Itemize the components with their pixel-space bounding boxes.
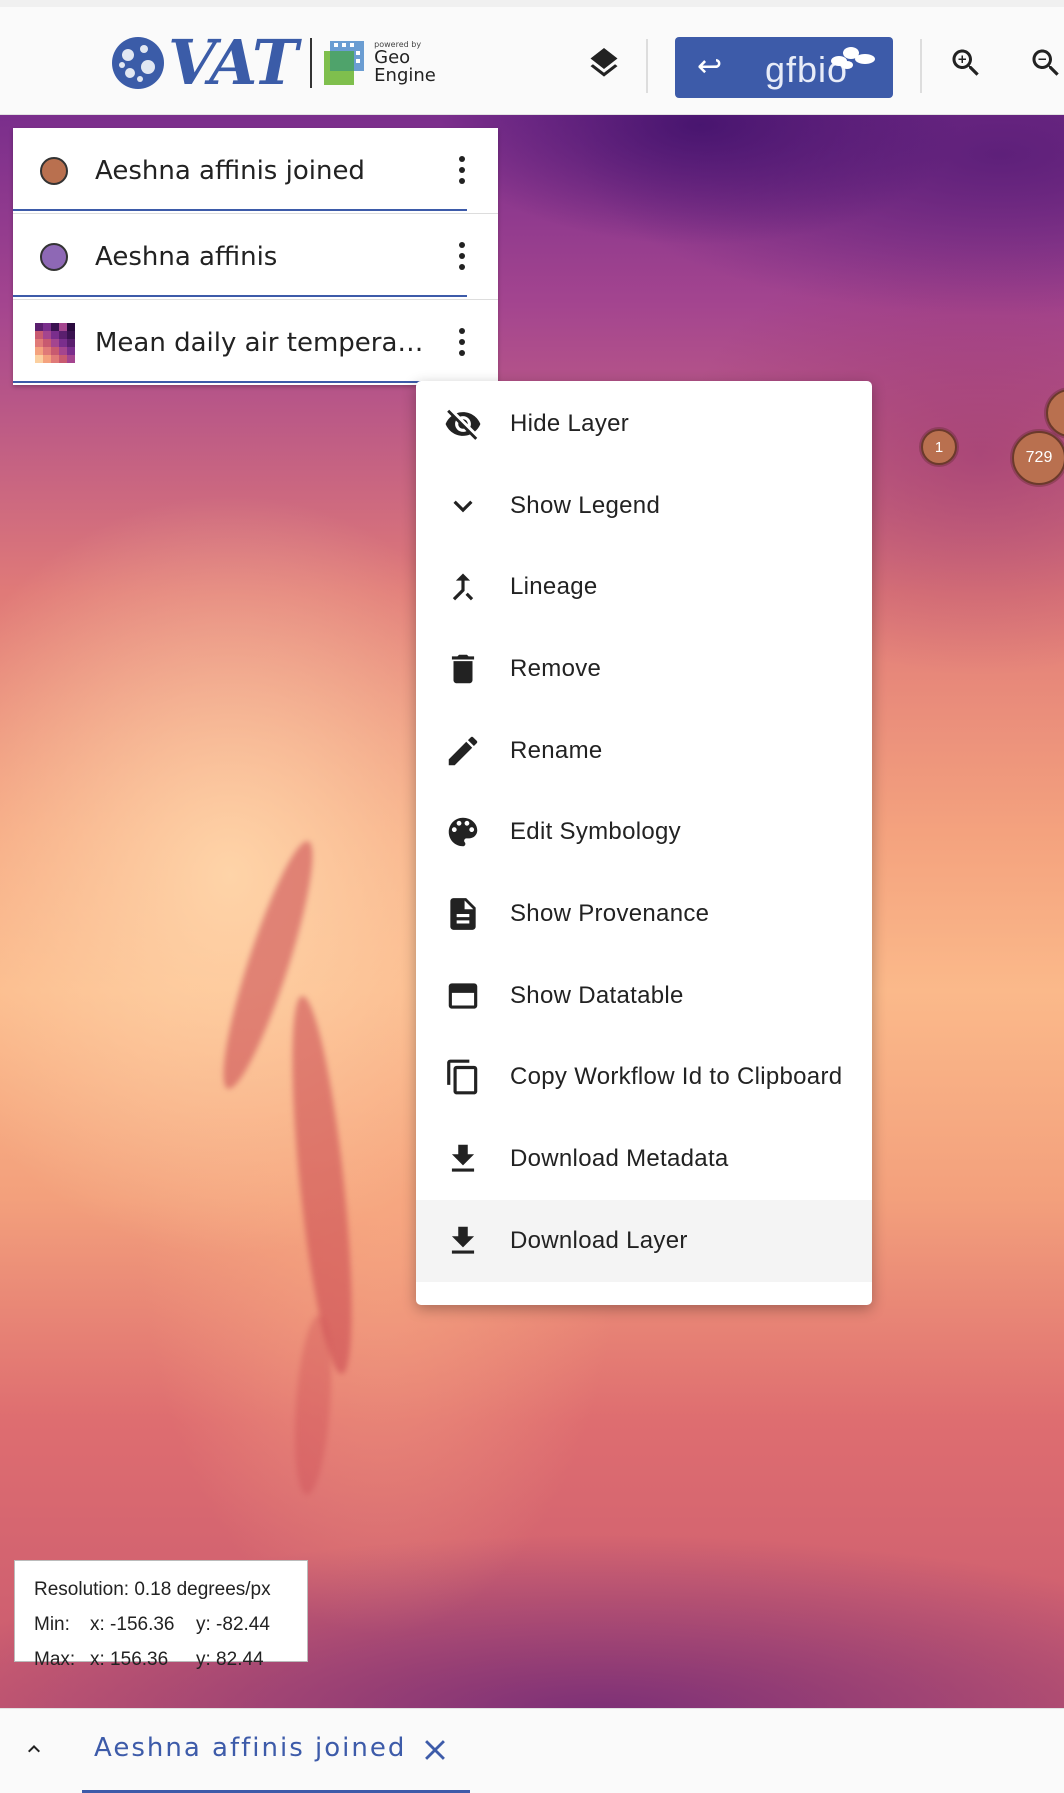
map-cluster-marker[interactable]: 1 xyxy=(921,429,957,465)
cluster-count: 1 xyxy=(934,438,944,456)
bottom-tab-bar: Aeshna affinis joined xyxy=(0,1708,1064,1793)
more-vert-icon[interactable] xyxy=(456,239,468,275)
min-label: Min: xyxy=(34,1614,70,1635)
globe-logo-icon xyxy=(112,37,164,89)
logo-text: VAT xyxy=(168,26,298,99)
trash-icon xyxy=(451,654,475,684)
layer-underline xyxy=(13,381,467,383)
zoom-out-icon[interactable] xyxy=(1028,45,1064,81)
menu-item-label: Hide Layer xyxy=(510,409,630,437)
layer-context-menu: Hide Layer Show Legend Lineage Remove Re… xyxy=(416,381,872,1305)
table-window-icon xyxy=(448,982,478,1009)
geo-engine-logo-icon xyxy=(324,41,365,85)
tab-aeshna-affinis-joined[interactable]: Aeshna affinis joined xyxy=(82,1709,470,1793)
vat-logo[interactable]: VAT powered by Geo Engine xyxy=(110,31,436,95)
menu-item-rename[interactable]: Rename xyxy=(416,710,872,792)
menu-item-show-datatable[interactable]: Show Datatable xyxy=(416,955,872,1037)
menu-item-label: Show Provenance xyxy=(510,899,710,927)
layers-icon[interactable] xyxy=(586,45,622,81)
layer-underline xyxy=(13,209,467,211)
tab-label: Aeshna affinis joined xyxy=(94,1733,407,1763)
menu-item-label: Show Legend xyxy=(510,491,661,519)
map-cluster-marker-partial[interactable] xyxy=(1046,389,1064,437)
palette-icon xyxy=(448,818,478,847)
copy-icon xyxy=(447,1059,478,1095)
menu-item-show-legend[interactable]: Show Legend xyxy=(416,465,872,547)
layer-item[interactable]: Mean daily air temperatu… xyxy=(13,300,498,385)
map-terrain-feature xyxy=(289,1314,337,1496)
menu-item-lineage[interactable]: Lineage xyxy=(416,546,872,628)
layer-item[interactable]: Aeshna affinis joined xyxy=(13,128,498,214)
max-label: Max: xyxy=(34,1649,76,1670)
map-resolution-panel: Resolution: 0.18 degrees/px Min: x: -156… xyxy=(14,1560,308,1670)
menu-item-label: Lineage xyxy=(510,573,598,601)
back-arrow-icon: ↩ xyxy=(697,49,723,84)
menu-item-label: Edit Symbology xyxy=(510,818,681,846)
layer-item[interactable]: Aeshna affinis xyxy=(13,214,498,300)
cluster-count: 729 xyxy=(1025,449,1053,466)
min-x-value: x: -156.36 xyxy=(90,1614,175,1635)
layer-name: Aeshna affinis joined xyxy=(95,155,365,186)
menu-item-copy-workflow-id[interactable]: Copy Workflow Id to Clipboard xyxy=(416,1037,872,1119)
menu-item-label: Rename xyxy=(510,736,603,764)
layer-list: Aeshna affinis joined Aeshna affinis Mea… xyxy=(13,128,498,385)
menu-item-show-provenance[interactable]: Show Provenance xyxy=(416,873,872,955)
max-x-value: x: 156.36 xyxy=(90,1649,169,1670)
menu-item-download-layer[interactable]: Download Layer xyxy=(416,1199,872,1282)
menu-item-label: Download Layer xyxy=(510,1226,688,1254)
geo-engine-line2: Engine xyxy=(374,65,436,86)
menu-item-remove[interactable]: Remove xyxy=(416,628,872,710)
raster-colormap-icon xyxy=(35,322,75,363)
download-icon xyxy=(451,1144,475,1172)
pencil-icon xyxy=(448,736,478,765)
menu-item-edit-symbology[interactable]: Edit Symbology xyxy=(416,791,872,873)
document-icon xyxy=(450,898,476,930)
min-y-value: y: -82.44 xyxy=(196,1614,270,1635)
toolbar-divider xyxy=(920,39,922,93)
chevron-up-icon[interactable] xyxy=(22,1737,46,1761)
map-cluster-marker[interactable]: 729 xyxy=(1012,431,1064,485)
menu-item-label: Copy Workflow Id to Clipboard xyxy=(510,1063,843,1091)
menu-item-label: Remove xyxy=(510,654,602,682)
menu-item-hide-layer[interactable]: Hide Layer xyxy=(416,383,872,465)
more-vert-icon[interactable] xyxy=(456,153,468,189)
zoom-in-icon[interactable] xyxy=(948,45,984,81)
max-y-value: y: 82.44 xyxy=(196,1649,264,1670)
chevron-down-icon xyxy=(453,500,473,512)
gfbio-back-button[interactable]: ↩ gfbio xyxy=(675,37,893,98)
merge-icon xyxy=(452,573,474,601)
layer-name: Mean daily air temperatu… xyxy=(95,327,425,358)
menu-item-label: Show Datatable xyxy=(510,981,684,1009)
menu-item-label: Download Metadata xyxy=(510,1145,729,1173)
resolution-text: Resolution: 0.18 degrees/px xyxy=(34,1579,271,1600)
gfbio-leaves-icon xyxy=(831,47,875,69)
close-icon[interactable] xyxy=(418,1733,452,1767)
logo-divider xyxy=(310,38,313,88)
point-symbol-icon xyxy=(40,242,68,271)
download-icon xyxy=(451,1226,475,1254)
toolbar-divider xyxy=(646,39,648,93)
visibility-off-icon xyxy=(445,409,481,440)
top-toolbar: VAT powered by Geo Engine ↩ gfbio xyxy=(0,0,1064,115)
geo-engine-text: powered by Geo Engine xyxy=(374,41,436,85)
menu-item-download-metadata[interactable]: Download Metadata xyxy=(416,1118,872,1200)
more-vert-icon[interactable] xyxy=(456,325,468,361)
layer-name: Aeshna affinis xyxy=(95,241,278,272)
point-symbol-icon xyxy=(40,156,68,185)
layer-underline xyxy=(13,295,467,297)
